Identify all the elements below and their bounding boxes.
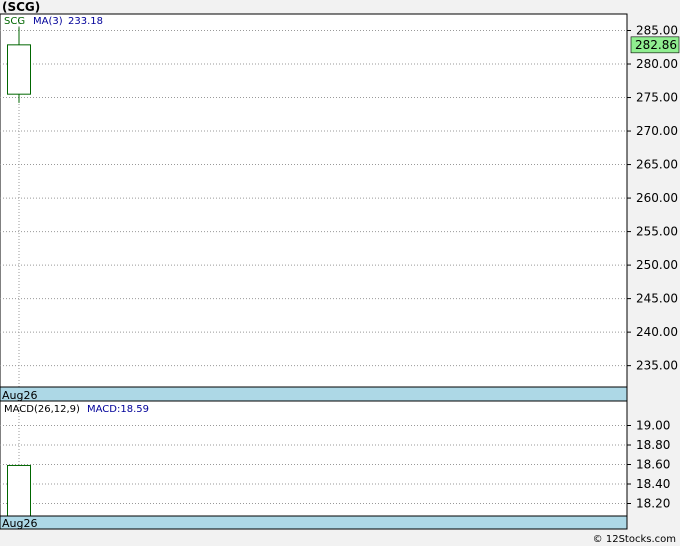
legend-ma-value: 233.18 bbox=[68, 16, 103, 27]
macd-bar bbox=[7, 464, 31, 517]
macd-tick-label: 18.20 bbox=[636, 497, 670, 511]
price-tick-label: 260.00 bbox=[636, 191, 678, 205]
site-credit: © 12Stocks.com bbox=[592, 534, 676, 545]
macd-date-label: Aug26 bbox=[2, 517, 37, 530]
macd-date-axis bbox=[0, 515, 628, 530]
candle-body bbox=[7, 44, 31, 95]
last-price-label: 282.86 bbox=[635, 38, 677, 52]
price-tick-label: 285.00 bbox=[636, 24, 678, 38]
macd-tick-label: 19.00 bbox=[636, 419, 670, 433]
stock-chart: 235.00 240.00 245.00 250.00 255.00 260.00 265.… bbox=[0, 13, 680, 530]
price-panel bbox=[0, 13, 628, 388]
price-date-axis bbox=[0, 386, 628, 402]
macd-panel bbox=[0, 400, 628, 517]
price-tick-label: 250.00 bbox=[636, 258, 678, 272]
macd-tick-label: 18.40 bbox=[636, 477, 670, 491]
macd-legend-label: MACD(26,12,9) bbox=[4, 404, 80, 415]
macd-tick-label: 18.80 bbox=[636, 438, 670, 452]
price-tick-label: 255.00 bbox=[636, 225, 678, 239]
price-tick-label: 240.00 bbox=[636, 325, 678, 339]
price-tick-label: 235.00 bbox=[636, 359, 678, 373]
price-tick-label: 245.00 bbox=[636, 292, 678, 306]
macd-tick-label: 18.60 bbox=[636, 458, 670, 472]
price-tick-label: 280.00 bbox=[636, 57, 678, 71]
price-date-label: Aug26 bbox=[2, 389, 37, 402]
price-tick-label: 270.00 bbox=[636, 124, 678, 138]
macd-legend-value: MACD:18.59 bbox=[87, 404, 149, 415]
price-tick-label: 265.00 bbox=[636, 158, 678, 172]
legend-ma-label: MA(3) bbox=[33, 16, 63, 27]
price-tick-label: 275.00 bbox=[636, 91, 678, 105]
legend-ticker: SCG bbox=[4, 16, 25, 27]
